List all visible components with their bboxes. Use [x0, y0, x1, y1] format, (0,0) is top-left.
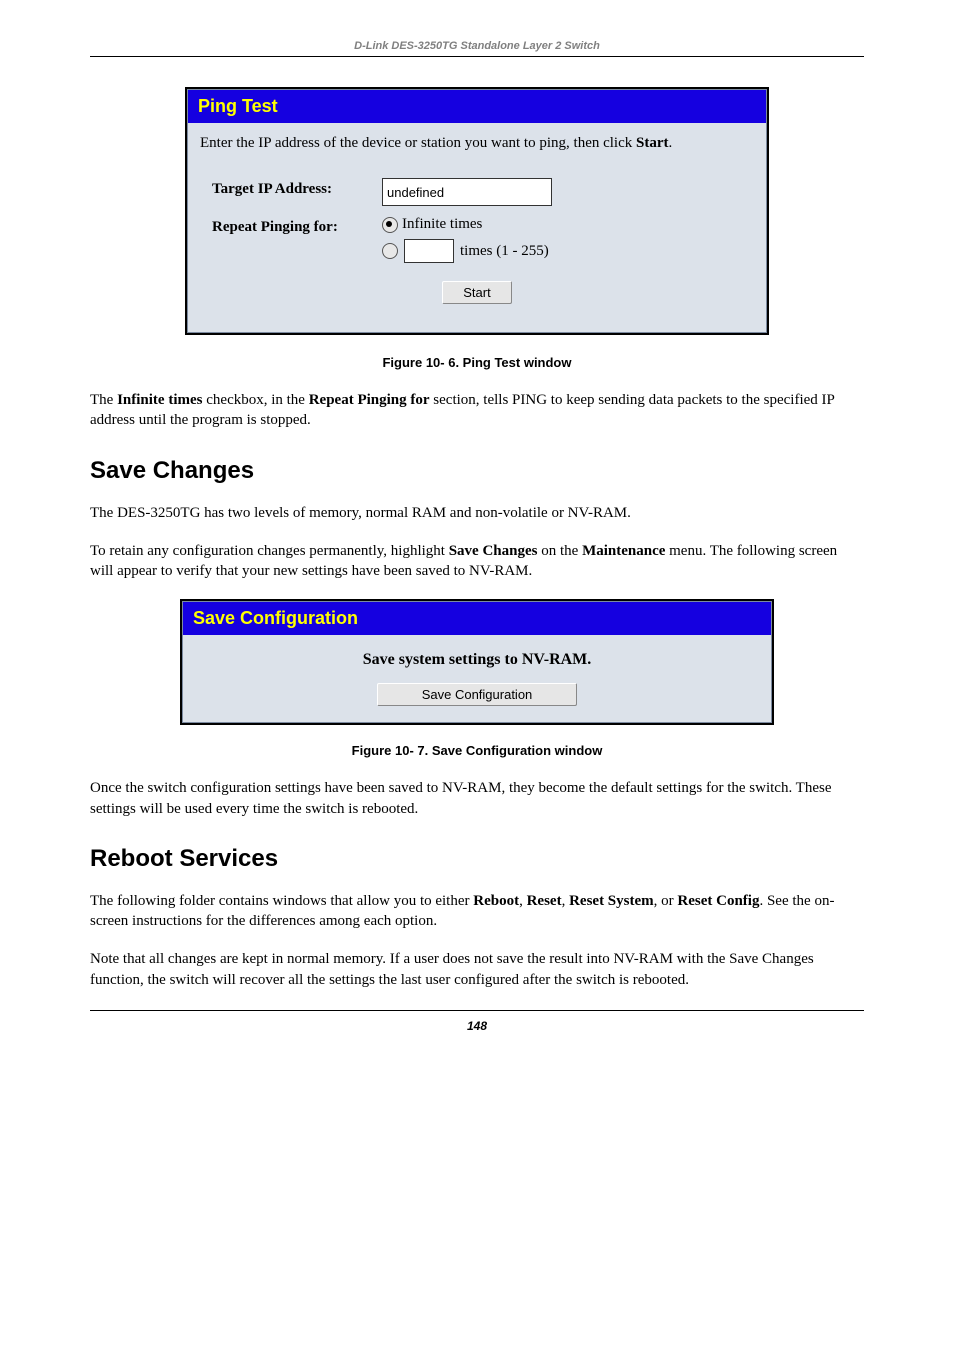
ping-intro-suffix: . [669, 135, 673, 151]
txt: The following folder contains windows th… [90, 893, 473, 909]
save-body-title: Save system settings to NV-RAM. [183, 645, 771, 683]
n-times-label: times (1 - 255) [460, 243, 549, 260]
ping-figure-caption: Figure 10- 6. Ping Test window [90, 355, 864, 370]
header-divider [90, 56, 864, 57]
txt-bold: Infinite times [117, 392, 202, 408]
n-times-radio[interactable] [382, 243, 398, 259]
page-number: 148 [90, 1019, 864, 1033]
target-ip-label: Target IP Address: [212, 178, 382, 198]
txt: on the [537, 543, 582, 559]
n-times-input[interactable] [404, 239, 454, 263]
infinite-times-label: Infinite times [402, 216, 482, 233]
ping-intro-start: Start [636, 135, 669, 151]
doc-header: D-Link DES-3250TG Standalone Layer 2 Swi… [90, 40, 864, 56]
reboot-p1: The following folder contains windows th… [90, 891, 864, 932]
txt-bold: Reset System [569, 893, 654, 909]
txt: checkbox, in the [203, 392, 309, 408]
ping-description-paragraph: The Infinite times checkbox, in the Repe… [90, 390, 864, 431]
save-changes-heading: Save Changes [90, 457, 864, 485]
txt: , [519, 893, 527, 909]
txt-bold: Reboot [473, 893, 519, 909]
ping-test-screenshot: Ping Test Enter the IP address of the de… [185, 87, 769, 335]
start-button[interactable]: Start [442, 281, 511, 304]
txt: The [90, 392, 117, 408]
reboot-p2: Note that all changes are kept in normal… [90, 949, 864, 990]
txt: , [562, 893, 570, 909]
save-figure-caption: Figure 10- 7. Save Configuration window [90, 743, 864, 758]
txt: To retain any configuration changes perm… [90, 543, 449, 559]
txt: , or [654, 893, 678, 909]
target-ip-input[interactable] [382, 178, 552, 206]
ping-intro-text: Enter the IP address of the device or st… [188, 123, 766, 158]
save-p3: Once the switch configuration settings h… [90, 778, 864, 819]
save-configuration-button[interactable]: Save Configuration [377, 683, 577, 706]
infinite-times-radio[interactable] [382, 217, 398, 233]
txt-bold: Repeat Pinging for [309, 392, 430, 408]
save-config-screenshot: Save Configuration Save system settings … [180, 599, 774, 725]
save-p2: To retain any configuration changes perm… [90, 541, 864, 582]
txt-bold: Maintenance [582, 543, 665, 559]
txt-bold: Reset [527, 893, 562, 909]
save-p1: The DES-3250TG has two levels of memory,… [90, 503, 864, 523]
save-panel-title: Save Configuration [183, 602, 771, 635]
reboot-services-heading: Reboot Services [90, 845, 864, 873]
txt-bold: Save Changes [449, 543, 538, 559]
ping-intro-prefix: Enter the IP address of the device or st… [200, 135, 636, 151]
txt-bold: Reset Config [677, 893, 759, 909]
repeat-pinging-label: Repeat Pinging for: [212, 216, 382, 236]
ping-panel-title: Ping Test [188, 90, 766, 123]
footer-divider [90, 1010, 864, 1011]
